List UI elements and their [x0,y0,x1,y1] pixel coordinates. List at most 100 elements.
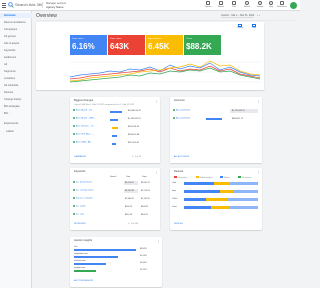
view-all-link[interactable]: CAMPAIGNS [74,156,86,158]
sidebar-item-keywords[interactable]: Keywords [0,48,32,53]
keyword-link[interactable]: buy acc sneakers [76,198,93,200]
column-header[interactable]: Search [110,176,116,178]
refresh-button[interactable]: Refresh [242,1,252,10]
sidebar-item-audiences[interactable]: Audiences [0,55,32,60]
card-title: Biggest changes [74,99,94,102]
column-header[interactable]: Cost [126,176,130,178]
campaign-link[interactable]: ACC DSA – All… [76,142,93,144]
notifications-button[interactable]: Notifications [277,1,287,10]
sidebar-item-change-history[interactable]: Change history [0,97,32,102]
bar-segment [184,182,214,185]
tools-icon [232,1,236,5]
sidebar-item-ad-groups[interactable]: Ad groups [0,34,32,39]
campaign-link[interactable]: ACC Generic – G… [76,126,95,128]
status-dot [73,109,75,111]
sidebar-item-locations[interactable]: Locations [0,76,32,81]
column-header[interactable]: Conv. [142,176,147,178]
view-all-link[interactable]: ALL ACCOUNTS [174,156,189,158]
sidebar-item-devices[interactable]: Devices [0,90,32,95]
divider [42,2,43,8]
metric-card-conv-rate[interactable]: Conv. rate ▾ 6.16% [70,35,107,55]
row-label: Clicks [172,198,178,200]
more-vert-icon[interactable]: ⋮ [155,170,158,174]
cards-button[interactable]: Cards [250,24,258,32]
account-link[interactable]: Account Name [176,110,190,112]
keyword-link[interactable]: acc running shoes [76,190,94,192]
change-bar [110,111,122,113]
date-range-picker[interactable]: Custom · Mar 1 – Mar 31, 2022 [221,13,254,18]
status-dot [73,133,75,135]
page-title: Overview [36,13,57,19]
status-dot [73,181,75,183]
menu-icon[interactable] [2,3,6,8]
bar-segment [184,198,207,201]
sidebar-item-campaigns[interactable]: Campaigns [0,27,32,32]
bar-segment [184,206,211,209]
sidebar-item-bid[interactable]: Bid ... [0,111,32,116]
sidebar-item-experiments[interactable]: Experiments [0,121,32,126]
sidebar-item-ad-schedule[interactable]: Ad schedule [0,83,32,88]
avatar[interactable] [290,2,297,9]
legend-item: Mobile phones [196,176,213,179]
metric-card-impressions[interactable]: Impressions ▾ 6.45K [146,35,183,55]
view-all-link[interactable]: AUCTION INSIGHTS [74,280,93,282]
sidebar-item-recommendations[interactable]: Recommendations [0,20,32,25]
tools-button[interactable]: Tools [229,1,239,10]
auction-insights-card: Auction insights ⋮ You 88.42% competitor… [70,237,162,287]
campaign-link[interactable]: ACC Brand – NBC… [76,118,96,120]
share-bar [74,270,96,272]
account-link[interactable]: Account Name [176,118,190,120]
row-label: Impr. [172,190,177,192]
sidebar-item-overview[interactable]: Overview [0,13,32,18]
more-vert-icon[interactable]: ⋮ [257,99,260,103]
cost-value: $3,068,015.45 [128,110,141,112]
view-all-link[interactable]: DEVICES [174,223,183,225]
sidebar-item-labels[interactable]: Labels [0,129,32,134]
stacked-bar [184,206,258,209]
reports-icon [219,1,223,5]
optimize-button[interactable]: Optimize [203,1,213,10]
accounts-card: Accounts ⋮ Account Name $1,219,462.25 Ac… [170,97,262,163]
keyword-link[interactable]: acc sale [76,214,84,216]
sidebar-item-bid-strategies[interactable]: Bid strategies [0,104,32,109]
settings-button[interactable]: Settings [255,1,265,10]
sidebar-item-ads-assets[interactable]: Ads & assets [0,41,32,46]
campaign-link[interactable]: ACC Perf Max – … [76,134,95,136]
top-app-bar: Search Ads 360 Manager account Agency Na… [0,0,300,11]
cost-value: $312,405.61 [128,142,140,144]
help-button[interactable]: Help [266,1,276,10]
sidebar-item-segments[interactable]: Segments [0,69,32,74]
more-vert-icon[interactable]: ⋮ [157,239,160,243]
view-all-link[interactable]: KEYWORDS [74,223,86,225]
card-subtitle[interactable]: Cost ▾ 1,048 Mar 4 - Mar 31 2022 compare… [74,104,134,106]
sidebar-item-ad[interactable]: Ad [0,62,32,67]
conv-value: $1,101.50 [141,198,150,200]
metric-selector[interactable]: Impressions ▾ [148,37,181,40]
bell-icon [280,1,284,5]
row-label: competitor.com [74,253,88,255]
metric-selector[interactable]: Conv. rate ▾ [110,37,143,40]
keyword-link[interactable]: acc outlet [76,206,85,208]
search-ads-logo [8,2,14,8]
status-dot [73,205,75,207]
metric-selector[interactable]: Conv. rate ▾ [72,37,105,40]
more-vert-icon[interactable]: ⋮ [155,99,158,103]
metric-card-conversions[interactable]: Conv. rate ▾ 643K [108,35,145,55]
reports-button[interactable]: Reports [216,1,226,10]
account-selector[interactable]: Agency Name [46,5,64,9]
side-navigation: Overview Recommendations Campaigns Ad gr… [0,11,32,288]
keyword-link[interactable]: acc brand shoes [76,182,92,184]
status-dot [73,189,75,191]
more-vert-icon[interactable]: ⋮ [257,170,260,174]
status-dot [173,117,175,119]
app-title: Search Ads 360 [15,2,44,7]
columns-button[interactable]: Columns [236,24,244,32]
status-dot [73,117,75,119]
status-dot [73,141,75,143]
card-title: Keywords [74,170,86,173]
devices-card: Devices ⋮ Computers Mobile phones Tablet… [170,168,262,230]
date-pager[interactable]: ‹ › [257,13,260,17]
metric-selector[interactable]: Cost ▾ [186,37,219,40]
campaign-link[interactable]: ACC Brand – Ex… [76,110,94,112]
metric-card-cost[interactable]: Cost ▾ $88.2K [184,35,221,55]
